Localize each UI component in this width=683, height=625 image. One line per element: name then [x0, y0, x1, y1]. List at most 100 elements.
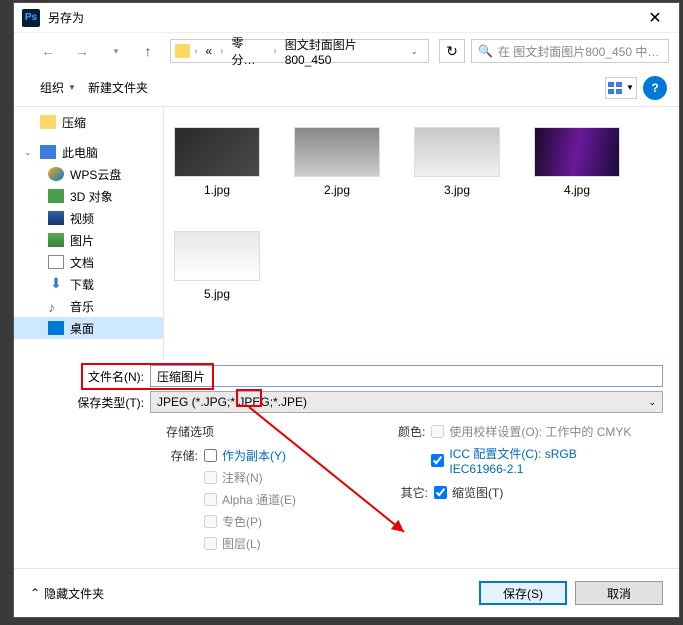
file-item[interactable]: 1.jpg — [174, 127, 260, 197]
spot-checkbox: 专色(P) — [204, 513, 296, 530]
sidebar-item-label: 音乐 — [70, 298, 94, 315]
file-name: 2.jpg — [324, 183, 350, 197]
sidebar-item-label: 下载 — [70, 276, 94, 293]
sidebar-item-wps[interactable]: WPS云盘 — [14, 163, 163, 185]
file-thumbnail — [174, 127, 260, 177]
file-thumbnail — [294, 127, 380, 177]
forward-button: → — [68, 39, 96, 63]
sidebar-item-label: WPS云盘 — [70, 166, 121, 183]
up-button[interactable]: ↑ — [136, 39, 160, 63]
folder-icon — [175, 44, 190, 58]
file-name: 4.jpg — [564, 183, 590, 197]
other-label: 其它: — [396, 484, 428, 501]
storage-label: 存储: — [166, 447, 198, 552]
save-as-dialog: Ps 另存为 ✕ ← → ▾ ↑ › « › 零分… › 图文封面图片800_4… — [13, 2, 680, 618]
grid-icon — [608, 82, 624, 94]
breadcrumb-item[interactable]: « — [201, 44, 216, 58]
chevron-down-icon: ⌄ — [648, 397, 656, 408]
file-thumbnail — [174, 231, 260, 281]
file-thumbnail — [414, 127, 500, 177]
sidebar-item-label: 文档 — [70, 254, 94, 271]
cancel-button[interactable]: 取消 — [575, 581, 663, 605]
video-icon — [48, 211, 64, 225]
breadcrumb-item[interactable]: 图文封面图片800_450 — [281, 36, 401, 67]
sidebar-item-label: 视频 — [70, 210, 94, 227]
new-folder-button[interactable]: 新建文件夹 — [82, 75, 154, 100]
chevron-icon: › — [220, 46, 223, 57]
back-button[interactable]: ← — [34, 39, 62, 63]
search-input[interactable]: 🔍 在 图文封面图片800_450 中… — [471, 39, 669, 63]
file-name: 3.jpg — [444, 183, 470, 197]
chevron-up-icon: ⌃ — [30, 586, 40, 600]
thumbnail-checkbox[interactable]: 缩览图(T) — [434, 484, 503, 501]
sidebar-item-label: 3D 对象 — [70, 188, 113, 205]
filetype-value: JPEG (*.JPG;*.JPEG;*.JPE) — [157, 395, 307, 409]
sidebar-item-label: 此电脑 — [62, 144, 98, 161]
save-options: 存储选项 存储: 作为副本(Y) 注释(N) Alpha 通道(E) 专色(P)… — [30, 417, 663, 558]
sidebar-item-video[interactable]: 视频 — [14, 207, 163, 229]
toolbar: 组织▼ 新建文件夹 ▼ ? — [14, 69, 679, 107]
app-icon: Ps — [22, 9, 40, 27]
sidebar-item-compress[interactable]: 压缩 — [14, 111, 163, 133]
pc-icon — [40, 145, 56, 159]
view-mode-button[interactable]: ▼ — [605, 77, 637, 99]
file-list[interactable]: 1.jpg 2.jpg 3.jpg 4.jpg 5.jpg — [164, 107, 679, 361]
3d-icon — [48, 189, 64, 203]
filetype-label: 保存类型(T): — [30, 394, 150, 411]
help-button[interactable]: ? — [643, 76, 667, 100]
color-label: 颜色: — [396, 423, 425, 476]
document-icon — [48, 255, 64, 269]
sidebar-item-documents[interactable]: 文档 — [14, 251, 163, 273]
desktop-icon — [48, 321, 64, 335]
folder-icon — [40, 115, 56, 129]
sidebar-item-downloads[interactable]: ⬇ 下载 — [14, 273, 163, 295]
sidebar: 压缩 ⌄ 此电脑 WPS云盘 3D 对象 视频 图片 — [14, 107, 164, 361]
refresh-button[interactable]: ↻ — [439, 39, 465, 63]
music-icon: ♪ — [48, 299, 64, 313]
file-item[interactable]: 5.jpg — [174, 231, 260, 301]
download-icon: ⬇ — [48, 277, 64, 291]
use-proof-checkbox: 使用校样设置(O): 工作中的 CMYK — [431, 423, 636, 440]
layers-checkbox: 图层(L) — [204, 535, 296, 552]
close-button[interactable]: ✕ — [635, 4, 675, 32]
file-name: 1.jpg — [204, 183, 230, 197]
annotations-checkbox: 注释(N) — [204, 469, 296, 486]
file-item[interactable]: 2.jpg — [294, 127, 380, 197]
cloud-icon — [48, 167, 64, 181]
filetype-select[interactable]: JPEG (*.JPG;*.JPEG;*.JPE) ⌄ — [150, 391, 663, 413]
footer: ⌃ 隐藏文件夹 保存(S) 取消 — [14, 568, 679, 617]
hide-folders-toggle[interactable]: ⌃ 隐藏文件夹 — [30, 585, 104, 602]
sidebar-item-label: 图片 — [70, 232, 94, 249]
file-thumbnail — [534, 127, 620, 177]
sidebar-item-pictures[interactable]: 图片 — [14, 229, 163, 251]
alpha-checkbox: Alpha 通道(E) — [204, 491, 296, 508]
dialog-title: 另存为 — [48, 9, 635, 26]
chevron-icon: › — [273, 46, 276, 57]
breadcrumb-item[interactable]: 零分… — [227, 34, 269, 68]
sidebar-item-music[interactable]: ♪ 音乐 — [14, 295, 163, 317]
search-placeholder: 在 图文封面图片800_450 中… — [498, 43, 659, 60]
file-name: 5.jpg — [204, 287, 230, 301]
icc-profile-checkbox[interactable]: ICC 配置文件(C): sRGB IEC61966-2.1 — [431, 445, 636, 476]
sidebar-item-label: 桌面 — [70, 320, 94, 337]
as-copy-checkbox[interactable]: 作为副本(Y) — [204, 447, 296, 464]
sidebar-item-3d[interactable]: 3D 对象 — [14, 185, 163, 207]
picture-icon — [48, 233, 64, 247]
navbar: ← → ▾ ↑ › « › 零分… › 图文封面图片800_450 ⌄ ↻ 🔍 … — [14, 33, 679, 69]
sidebar-item-desktop[interactable]: 桌面 — [14, 317, 163, 339]
form-area: 文件名(N): 保存类型(T): JPEG (*.JPG;*.JPEG;*.JP… — [14, 361, 679, 568]
sidebar-item-label: 压缩 — [62, 114, 86, 131]
file-item[interactable]: 3.jpg — [414, 127, 500, 197]
content-area: 压缩 ⌄ 此电脑 WPS云盘 3D 对象 视频 图片 — [14, 107, 679, 361]
save-button[interactable]: 保存(S) — [479, 581, 567, 605]
chevron-icon: › — [194, 46, 197, 57]
titlebar: Ps 另存为 ✕ — [14, 3, 679, 33]
file-item[interactable]: 4.jpg — [534, 127, 620, 197]
sidebar-item-this-pc[interactable]: ⌄ 此电脑 — [14, 141, 163, 163]
history-dropdown[interactable]: ▾ — [102, 39, 130, 63]
breadcrumb-more[interactable]: ⌄ — [404, 46, 424, 57]
organize-button[interactable]: 组织▼ — [34, 75, 82, 100]
breadcrumb[interactable]: › « › 零分… › 图文封面图片800_450 ⌄ — [170, 39, 429, 63]
filename-input[interactable] — [150, 365, 663, 387]
options-title: 存储选项 — [166, 423, 366, 440]
